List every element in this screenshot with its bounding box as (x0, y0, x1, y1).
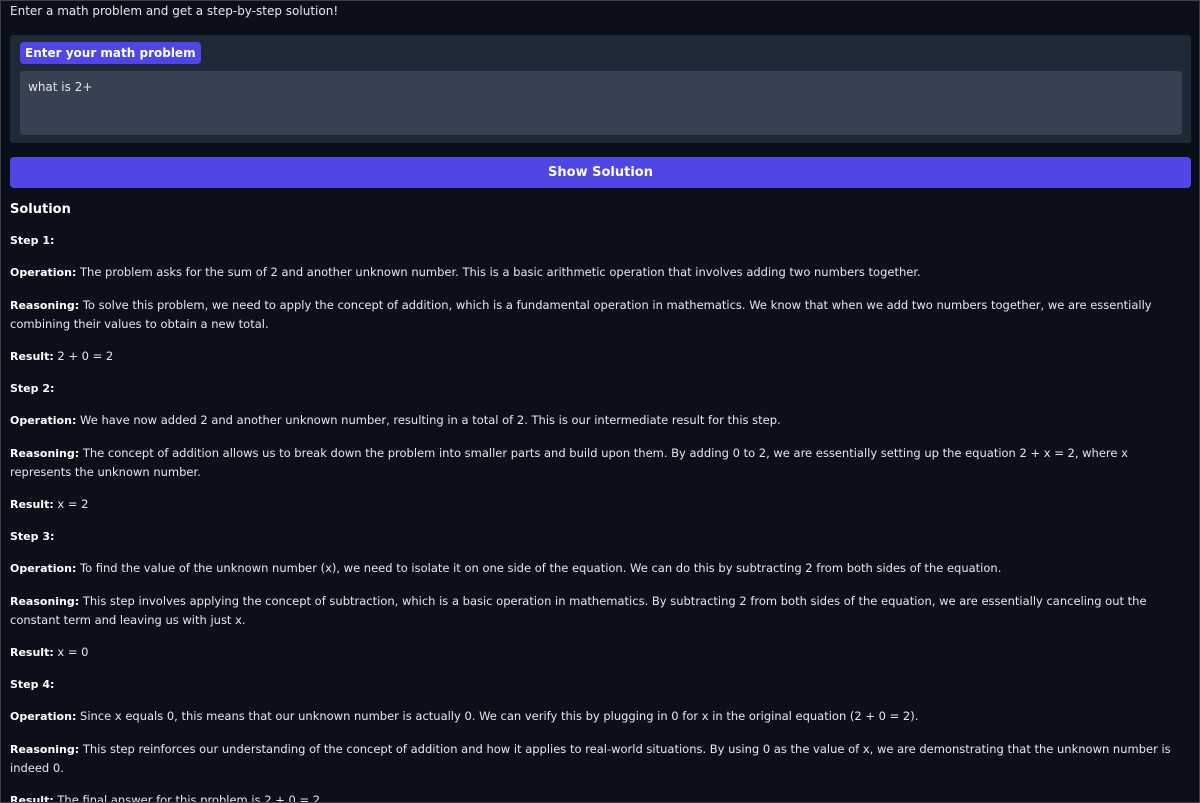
result-label: Result: (10, 350, 54, 363)
step-result: Result: x = 0 (10, 643, 1190, 662)
intro-text: Enter a math problem and get a step-by-s… (10, 4, 339, 18)
math-problem-input[interactable]: what is 2+ (20, 71, 1182, 135)
step-reasoning: Reasoning: This step involves applying t… (10, 592, 1190, 629)
show-solution-button[interactable]: Show Solution (10, 157, 1191, 188)
reasoning-text: This step involves applying the concept … (10, 594, 1147, 627)
step-operation: Operation: The problem asks for the sum … (10, 263, 1190, 282)
step-operation: Operation: To find the value of the unkn… (10, 559, 1190, 578)
reasoning-text: This step reinforces our understanding o… (10, 742, 1171, 775)
operation-text: To find the value of the unknown number … (80, 561, 1002, 575)
operation-label: Operation: (10, 266, 77, 279)
app-frame: Enter a math problem and get a step-by-s… (0, 0, 1200, 803)
solution-heading: Solution (10, 202, 71, 217)
step-title: Step 2: (10, 382, 55, 395)
step-title: Step 3: (10, 530, 55, 543)
step-result: Result: 2 + 0 = 2 (10, 347, 1190, 366)
reasoning-label: Reasoning: (10, 299, 80, 312)
reasoning-label: Reasoning: (10, 595, 80, 608)
step-result: Result: The final answer for this proble… (10, 791, 1190, 803)
operation-text: The problem asks for the sum of 2 and an… (80, 265, 921, 279)
operation-label: Operation: (10, 710, 77, 723)
reasoning-text: To solve this problem, we need to apply … (10, 298, 1152, 331)
result-label: Result: (10, 498, 54, 511)
solution-output: Solution Step 1: Operation: The problem … (10, 201, 1190, 803)
input-label: Enter your math problem (20, 42, 201, 64)
result-text: The final answer for this problem is 2 +… (57, 793, 324, 803)
result-label: Result: (10, 646, 54, 659)
step-title: Step 1: (10, 234, 55, 247)
step-title: Step 4: (10, 678, 55, 691)
step-reasoning: Reasoning: The concept of addition allow… (10, 444, 1190, 481)
operation-label: Operation: (10, 562, 77, 575)
result-text: x = 2 (57, 497, 89, 511)
step-result: Result: x = 2 (10, 495, 1190, 514)
operation-text: Since x equals 0, this means that our un… (80, 709, 919, 723)
reasoning-text: The concept of addition allows us to bre… (10, 446, 1128, 479)
result-text: 2 + 0 = 2 (57, 349, 114, 363)
input-panel: Enter your math problem what is 2+ (10, 35, 1191, 143)
reasoning-label: Reasoning: (10, 743, 80, 756)
result-text: x = 0 (57, 645, 89, 659)
step-reasoning: Reasoning: To solve this problem, we nee… (10, 296, 1190, 333)
step-operation: Operation: Since x equals 0, this means … (10, 707, 1190, 726)
operation-text: We have now added 2 and another unknown … (80, 413, 781, 427)
operation-label: Operation: (10, 414, 77, 427)
step-reasoning: Reasoning: This step reinforces our unde… (10, 740, 1190, 777)
step-operation: Operation: We have now added 2 and anoth… (10, 411, 1190, 430)
result-label: Result: (10, 794, 54, 803)
reasoning-label: Reasoning: (10, 447, 80, 460)
